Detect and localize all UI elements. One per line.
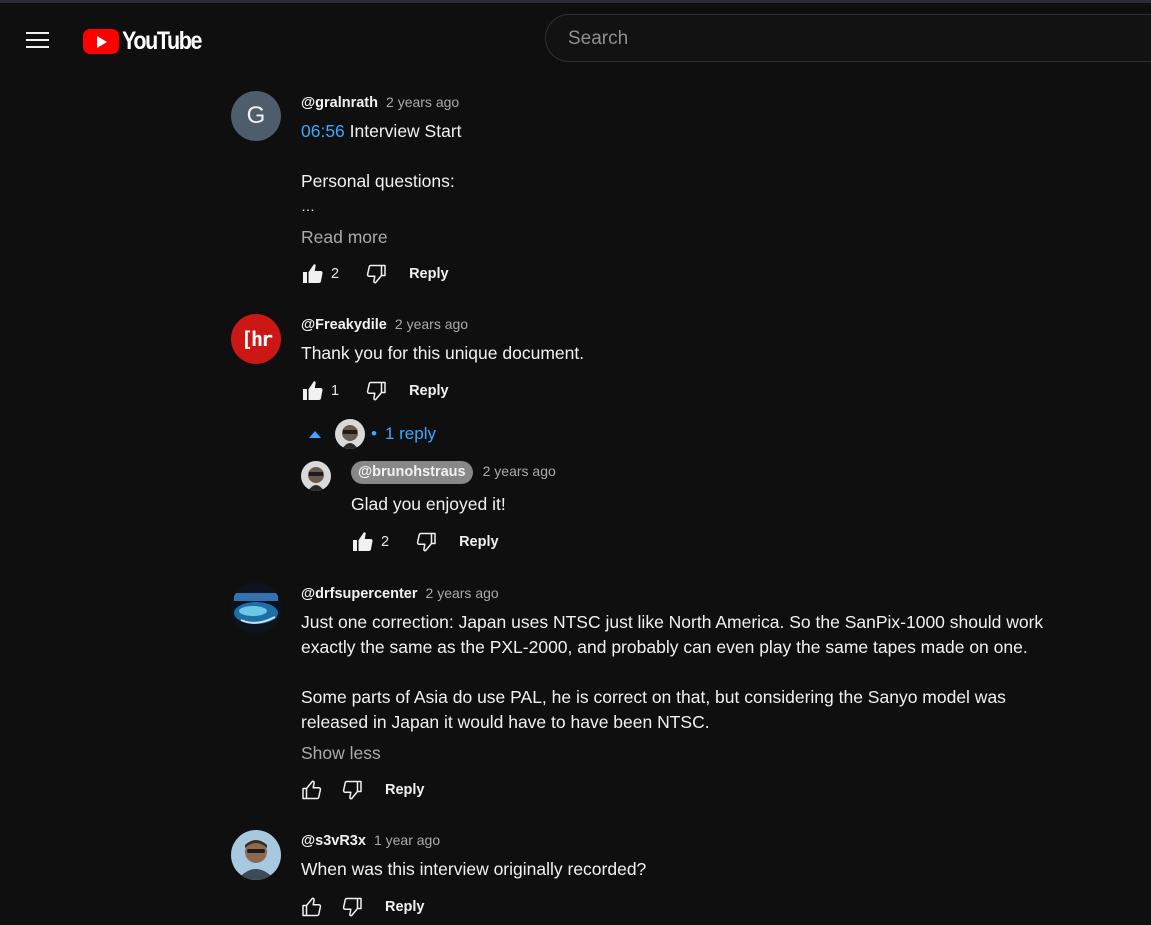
dislike-icon[interactable] (339, 777, 365, 803)
avatar[interactable]: G (231, 91, 281, 141)
comment-author[interactable]: @drfsupercenter (301, 586, 417, 602)
avatar[interactable] (301, 461, 331, 491)
like-filled-icon[interactable] (349, 529, 375, 555)
reply-button[interactable]: Reply (459, 534, 499, 550)
search-input[interactable] (566, 26, 1130, 52)
reply-button[interactable]: Reply (385, 782, 425, 798)
comment-ellipsis: … (301, 198, 315, 214)
dislike-icon[interactable] (363, 378, 389, 404)
timestamp-link[interactable]: 06:56 (301, 121, 345, 141)
like-icon[interactable] (299, 894, 325, 920)
dislike-icon[interactable] (339, 894, 365, 920)
comment-text: Some parts of Asia do use PAL, he is cor… (301, 687, 1006, 707)
comment-text: Personal questions: (301, 171, 455, 191)
reply-count[interactable]: 1 reply (385, 424, 436, 444)
search-box (545, 14, 1151, 62)
read-more-button[interactable]: Read more (301, 227, 388, 248)
reply-button[interactable]: Reply (409, 383, 449, 399)
comment-author[interactable]: @gralnrath (301, 95, 378, 111)
youtube-logo[interactable]: YouTube (83, 27, 214, 55)
like-icon[interactable] (299, 777, 325, 803)
creator-author-badge[interactable]: @brunohstraus (351, 461, 473, 484)
like-count: 2 (331, 266, 340, 282)
comment-line: 06:56 Interview Start (301, 119, 462, 144)
like-count: 1 (331, 383, 340, 399)
comment-actions: Reply (299, 772, 425, 808)
comment-actions: 1 Reply (299, 373, 449, 409)
comment-actions: Reply (299, 889, 425, 925)
reply-button[interactable]: Reply (409, 266, 449, 282)
chevron-up-icon (309, 430, 321, 438)
like-filled-icon[interactable] (299, 378, 325, 404)
dislike-icon[interactable] (413, 529, 439, 555)
comment-text: released in Japan it would have to have … (301, 712, 710, 732)
comment-time[interactable]: 2 years ago (395, 316, 468, 332)
reply-button[interactable]: Reply (385, 899, 425, 915)
comment-author[interactable]: @s3vR3x (301, 833, 366, 849)
dislike-icon[interactable] (363, 261, 389, 287)
like-count: 2 (381, 534, 390, 550)
comment-text: Just one correction: Japan uses NTSC jus… (301, 612, 1044, 632)
replies-toggle-button[interactable]: • 1 reply (309, 419, 436, 449)
comment-text: Glad you enjoyed it! (351, 494, 506, 514)
avatar-logo-text: [hr (240, 327, 273, 351)
youtube-play-icon (83, 28, 119, 54)
masthead: YouTube (0, 3, 1151, 77)
like-filled-icon[interactable] (299, 261, 325, 287)
comment-time[interactable]: 2 years ago (386, 94, 459, 110)
avatar-letter: G (246, 102, 266, 129)
avatar[interactable]: [hr (231, 314, 281, 364)
comment-actions: 2 Reply (299, 256, 449, 292)
comment-time[interactable]: 2 years ago (426, 585, 499, 601)
avatar[interactable] (231, 583, 281, 633)
show-less-button[interactable]: Show less (301, 743, 381, 764)
avatar[interactable] (231, 830, 281, 880)
comment-text: When was this interview originally recor… (301, 859, 647, 879)
reply-avatar (335, 419, 365, 449)
comment-actions: 2 Reply (349, 524, 499, 560)
comment-time[interactable]: 1 year ago (374, 832, 440, 848)
comment-time[interactable]: 2 years ago (483, 463, 556, 479)
comment-author[interactable]: @Freakydile (301, 317, 387, 333)
comment-text: Thank you for this unique document. (301, 343, 585, 363)
logo-text: YouTube (122, 26, 203, 55)
separator-dot: • (371, 424, 377, 443)
comment-text: Interview Start (344, 121, 462, 141)
hamburger-menu-icon[interactable] (22, 24, 54, 56)
comment-text: exactly the same as the PXL-2000, and pr… (301, 637, 1028, 657)
